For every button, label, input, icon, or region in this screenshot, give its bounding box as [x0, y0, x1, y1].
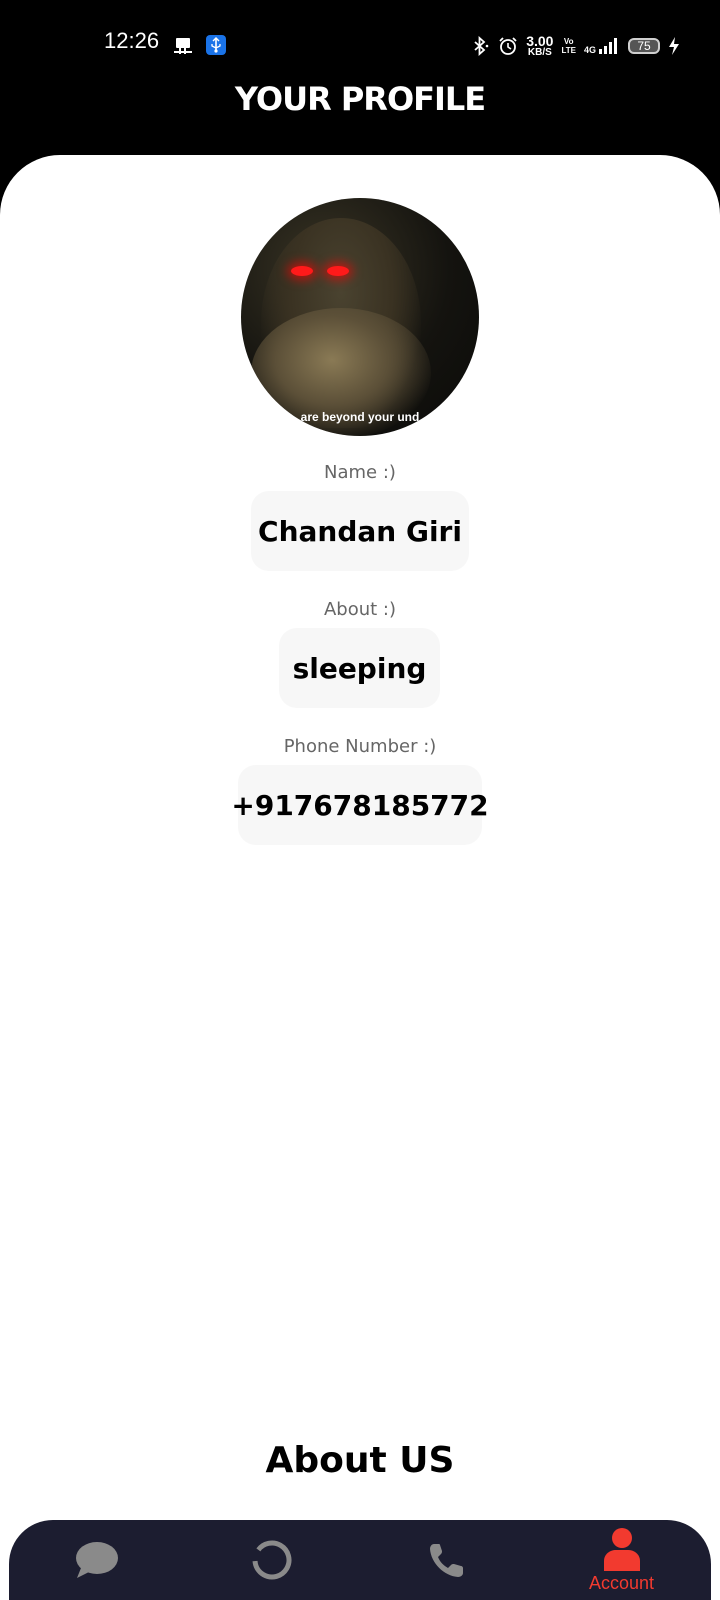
- status-right-group: 3.00 KB/S Vo LTE 4G 75: [470, 34, 680, 58]
- name-field[interactable]: Chandan Giri: [251, 491, 469, 571]
- account-icon: [603, 1527, 640, 1571]
- battery-level: 75: [637, 39, 651, 53]
- nav-item-chats[interactable]: [9, 1520, 184, 1600]
- battery-icon: 75: [628, 38, 660, 54]
- signal-group: 4G: [584, 37, 620, 55]
- page-title: YOUR PROFILE: [234, 80, 486, 118]
- volte-indicator: Vo LTE: [561, 37, 576, 55]
- avatar-eye-right: [327, 266, 349, 276]
- status-bar: 12:26 3.00 KB/S Vo LTE 4G 75: [0, 0, 720, 88]
- screen-record-icon: [174, 38, 192, 54]
- about-label: About :): [323, 599, 397, 620]
- name-value: Chandan Giri: [258, 514, 462, 548]
- chat-bubble-icon: [75, 1542, 118, 1578]
- status-ring-icon: [252, 1540, 291, 1580]
- avatar-eye-left: [291, 266, 313, 276]
- signal-strength-icon: [599, 38, 617, 54]
- nav-item-status[interactable]: [184, 1520, 359, 1600]
- network-type: 4G: [583, 45, 596, 55]
- usb-icon: [206, 35, 226, 55]
- charging-icon: [669, 37, 679, 55]
- network-speed-value: 3.00: [526, 32, 554, 49]
- alarm-icon: [499, 37, 517, 55]
- bluetooth-icon: [474, 36, 489, 56]
- nav-item-calls[interactable]: [359, 1520, 534, 1600]
- about-us-link[interactable]: About US: [0, 1440, 720, 1481]
- profile-avatar[interactable]: are beyond your und: [241, 198, 479, 436]
- phone-icon: [429, 1544, 463, 1577]
- about-value: sleeping: [292, 651, 427, 685]
- status-time: 12:26: [104, 28, 160, 53]
- nav-item-account[interactable]: Account: [534, 1520, 709, 1600]
- phone-label: Phone Number :): [283, 736, 437, 757]
- name-label: Name :): [324, 462, 396, 483]
- nav-label-account: Account: [588, 1572, 655, 1593]
- phone-field[interactable]: +917678185772: [231, 765, 489, 845]
- network-speed: 3.00 KB/S: [526, 32, 554, 58]
- avatar-caption: are beyond your und: [300, 410, 420, 424]
- volte-top: Vo: [563, 37, 574, 46]
- bottom-nav: Account: [9, 1520, 711, 1600]
- volte-bottom: LTE: [561, 46, 576, 55]
- network-speed-unit: KB/S: [527, 46, 552, 58]
- phone-value: +917678185772: [231, 788, 489, 822]
- about-field[interactable]: sleeping: [279, 628, 440, 708]
